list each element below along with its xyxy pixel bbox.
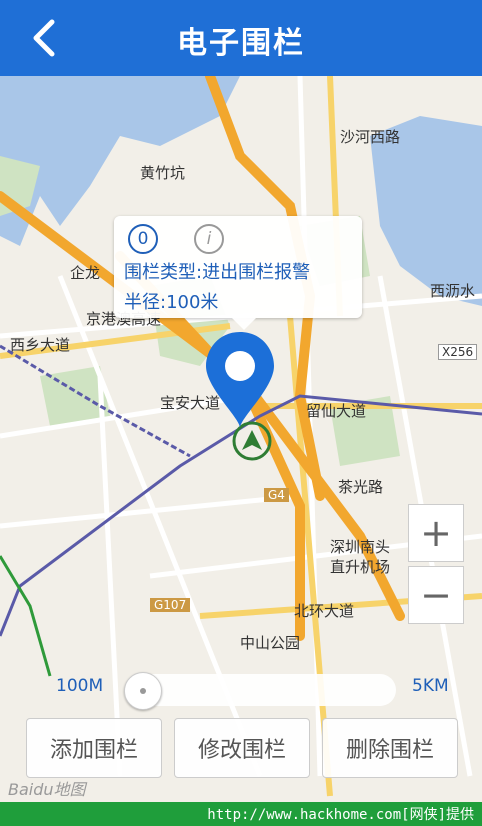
add-fence-button[interactable]: 添加围栏	[26, 718, 162, 778]
watermark-text: http://www.hackhome.com[网侠]提供	[207, 807, 474, 823]
zoom-in-button[interactable]: +	[408, 504, 464, 562]
slider-max-label: 5KM	[412, 676, 449, 696]
info-icon[interactable]: i	[194, 224, 224, 254]
map-label: 中山公园	[240, 634, 301, 652]
slider-track[interactable]	[126, 674, 396, 706]
number-badge-icon: 0	[128, 224, 158, 254]
delete-fence-button[interactable]: 删除围栏	[322, 718, 458, 778]
map-label: 茶光路	[338, 478, 384, 496]
slider-min-label: 100M	[56, 676, 104, 696]
map-label: G4	[264, 488, 289, 502]
map-label: 宝安大道	[160, 394, 221, 412]
radius-slider[interactable]: 100M 5KM	[36, 670, 468, 710]
slider-thumb[interactable]	[124, 672, 162, 710]
map-label: 企龙	[70, 264, 101, 282]
map-label: X256	[438, 344, 478, 360]
fence-radius-text: 半径:100米	[124, 292, 219, 313]
map-label: G107	[150, 598, 191, 612]
map-label: 直升机场	[330, 558, 391, 576]
edit-fence-button[interactable]: 修改围栏	[174, 718, 310, 778]
watermark-bar: http://www.hackhome.com[网侠]提供	[0, 802, 482, 826]
map-label: 深圳南头	[330, 538, 391, 556]
map-label: 黄竹坑	[140, 164, 186, 182]
map-label: 留仙大道	[306, 402, 367, 420]
map-logo: Baidu地图	[8, 780, 86, 799]
zoom-out-button[interactable]: −	[408, 566, 464, 624]
map-label: 沙河西路	[340, 128, 401, 146]
app-header: 电子围栏	[0, 0, 482, 76]
map-label: 西沥水	[430, 282, 476, 300]
page-title: 电子围栏	[177, 26, 305, 61]
fence-type-text: 围栏类型:进出围栏报警	[124, 262, 311, 283]
fence-info-window[interactable]: 0 i 围栏类型:进出围栏报警 半径:100米	[114, 216, 362, 330]
map-label: 北环大道	[294, 602, 355, 620]
map-label: 西乡大道	[10, 336, 71, 354]
